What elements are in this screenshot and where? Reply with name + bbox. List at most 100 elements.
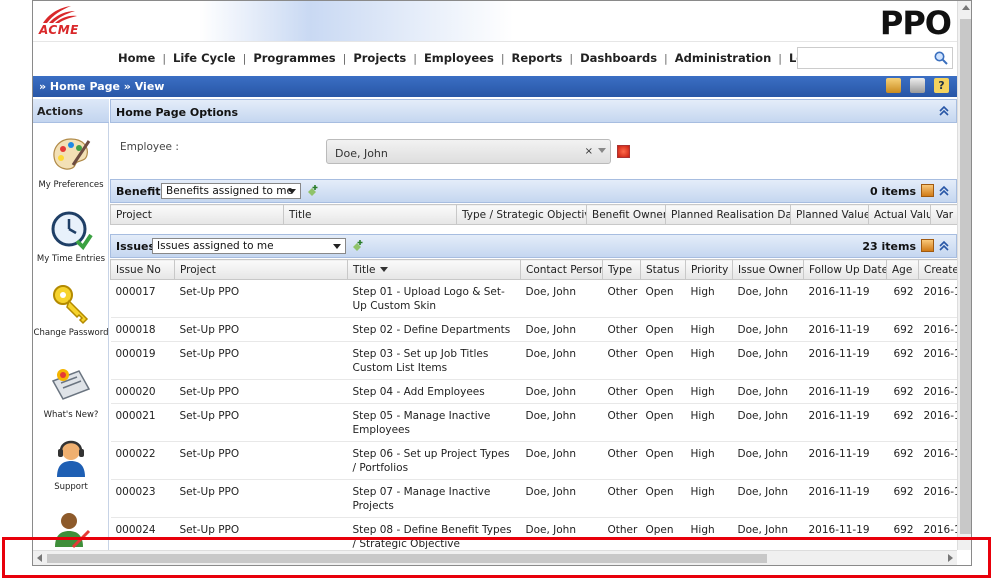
issues-column-header[interactable]: Type (602, 259, 641, 280)
issue-no-cell[interactable]: 000023 (110, 479, 175, 518)
collapse-icon[interactable] (938, 240, 950, 252)
issue-no-cell[interactable]: 000022 (110, 441, 175, 480)
newspaper-icon (51, 369, 91, 400)
issue-project-cell: Set-Up PPO (174, 441, 348, 480)
issue-no-cell[interactable]: 000020 (110, 379, 175, 404)
issue-owner-cell: Doe, John (732, 479, 804, 518)
issue-no-cell[interactable]: 000019 (110, 341, 175, 380)
issues-column-header[interactable]: Title (347, 259, 521, 280)
employee-select[interactable]: Doe, John × (326, 139, 611, 164)
issue-owner-cell: Doe, John (732, 403, 804, 442)
column-label: Title (353, 263, 376, 276)
benefits-column-header[interactable]: Title (283, 204, 457, 225)
table-row[interactable]: 000022 Set-Up PPO Step 06 - Set up Project… (110, 441, 957, 480)
issue-owner-cell: Doe, John (732, 317, 804, 342)
benefits-filter-select[interactable]: Benefits assigned to me (161, 183, 301, 199)
collapse-icon[interactable] (938, 185, 950, 197)
add-benefit-icon[interactable] (306, 184, 320, 198)
benefits-column-header[interactable]: Var (930, 204, 957, 225)
issues-column-header[interactable]: Priority (685, 259, 733, 280)
issue-owner-cell: Doe, John (732, 341, 804, 380)
my-time-entries-action[interactable]: My Time Entries (33, 207, 109, 264)
issue-title-cell[interactable]: Step 03 - Set up Job Titles Custom List … (347, 341, 521, 380)
collapse-icon[interactable] (938, 105, 950, 117)
issues-column-header[interactable]: Issue Owner (732, 259, 804, 280)
issues-column-header[interactable]: Status (640, 259, 686, 280)
issue-follow-cell: 2016-11-19 (803, 379, 887, 404)
issues-column-header[interactable]: Age (886, 259, 919, 280)
highlight-box (2, 537, 991, 578)
issues-column-header[interactable]: Project (174, 259, 348, 280)
issues-column-header[interactable]: Follow Up Date (803, 259, 887, 280)
employee-action-button[interactable] (617, 145, 630, 158)
issue-follow-cell: 2016-11-19 (803, 341, 887, 380)
support-action[interactable]: Support (33, 435, 109, 492)
issue-no-cell[interactable]: 000021 (110, 403, 175, 442)
whats-new-action[interactable]: What's New? (33, 363, 109, 420)
change-password-label: Change Password (33, 328, 109, 338)
table-row[interactable]: 000020 Set-Up PPO Step 04 - Add Employees D… (110, 379, 957, 404)
benefits-column-header[interactable]: Planned Value (790, 204, 869, 225)
issue-no-cell[interactable]: 000018 (110, 317, 175, 342)
search-input[interactable] (797, 47, 953, 69)
issue-title-cell[interactable]: Step 05 - Manage Inactive Employees (347, 403, 521, 442)
nav-item-dashboards[interactable]: Dashboards (573, 51, 664, 65)
clear-icon[interactable]: × (585, 146, 593, 157)
scroll-up-icon[interactable] (962, 5, 970, 10)
issue-create-cell: 2016-11 (918, 341, 957, 380)
change-password-action[interactable]: Change Password (33, 281, 109, 338)
my-preferences-action[interactable]: My Preferences (33, 133, 109, 190)
vertical-scrollbar[interactable] (957, 1, 971, 550)
nav-item-employees[interactable]: Employees (417, 51, 501, 65)
benefits-column-header[interactable]: Actual Value (868, 204, 931, 225)
vertical-scroll-thumb[interactable] (960, 19, 971, 534)
sort-desc-icon[interactable] (379, 267, 388, 272)
nav-item-administration[interactable]: Administration (668, 51, 779, 65)
issues-filter-select[interactable]: Issues assigned to me (152, 238, 346, 254)
issue-age-cell: 692 (886, 479, 919, 518)
nav-item-programmes[interactable]: Programmes (246, 51, 342, 65)
chevron-down-icon[interactable] (598, 148, 606, 153)
home-settings-icon[interactable] (886, 78, 901, 93)
table-row[interactable]: 000021 Set-Up PPO Step 05 - Manage Inactiv… (110, 403, 957, 442)
add-issue-icon[interactable] (351, 239, 365, 253)
issue-age-cell: 692 (886, 441, 919, 480)
issue-status-cell: Open (640, 317, 686, 342)
help-icon[interactable]: ? (934, 78, 949, 93)
issue-project-cell: Set-Up PPO (174, 403, 348, 442)
issue-title-cell[interactable]: Step 01 - Upload Logo & Set-Up Custom Sk… (347, 279, 521, 318)
issue-follow-cell: 2016-11-19 (803, 441, 887, 480)
issue-project-cell: Set-Up PPO (174, 279, 348, 318)
breadcrumb-bar: » Home Page » View ? (33, 76, 957, 97)
issues-column-header[interactable]: Create D (918, 259, 957, 280)
export-icon[interactable] (921, 239, 934, 252)
table-row[interactable]: 000023 Set-Up PPO Step 07 - Manage Inactiv… (110, 479, 957, 518)
table-row[interactable]: 000018 Set-Up PPO Step 02 - Define Departm… (110, 317, 957, 342)
table-row[interactable]: 000017 Set-Up PPO Step 01 - Upload Logo & … (110, 279, 957, 318)
benefits-column-header[interactable]: Project (110, 204, 284, 225)
issue-no-cell[interactable]: 000017 (110, 279, 175, 318)
nav-item-projects[interactable]: Projects (346, 51, 413, 65)
issue-type-cell: Other (602, 279, 641, 318)
print-icon[interactable] (910, 78, 925, 93)
issue-title-cell[interactable]: Step 07 - Manage Inactive Projects (347, 479, 521, 518)
issue-priority-cell: High (685, 441, 733, 480)
benefits-column-header[interactable]: Type / Strategic Objective (456, 204, 587, 225)
nav-item-reports[interactable]: Reports (505, 51, 570, 65)
benefits-column-header[interactable]: Planned Realisation Date (665, 204, 791, 225)
issue-contact-cell: Doe, John (520, 403, 603, 442)
nav-item-life-cycle[interactable]: Life Cycle (166, 51, 243, 65)
issues-column-header[interactable]: Contact Person (520, 259, 603, 280)
benefits-column-header[interactable]: Benefit Owner (586, 204, 666, 225)
search-icon[interactable] (933, 50, 949, 66)
export-icon[interactable] (921, 184, 934, 197)
breadcrumb[interactable]: » Home Page » View (39, 80, 164, 93)
issues-column-header[interactable]: Issue No (110, 259, 175, 280)
table-row[interactable]: 000019 Set-Up PPO Step 03 - Set up Job Tit… (110, 341, 957, 380)
issue-owner-cell: Doe, John (732, 441, 804, 480)
nav-item-home[interactable]: Home (111, 51, 162, 65)
issue-title-cell[interactable]: Step 06 - Set up Project Types / Portfol… (347, 441, 521, 480)
issue-title-cell[interactable]: Step 02 - Define Departments (347, 317, 521, 342)
issue-title-cell[interactable]: Step 04 - Add Employees (347, 379, 521, 404)
issue-create-cell: 2016-11 (918, 441, 957, 480)
